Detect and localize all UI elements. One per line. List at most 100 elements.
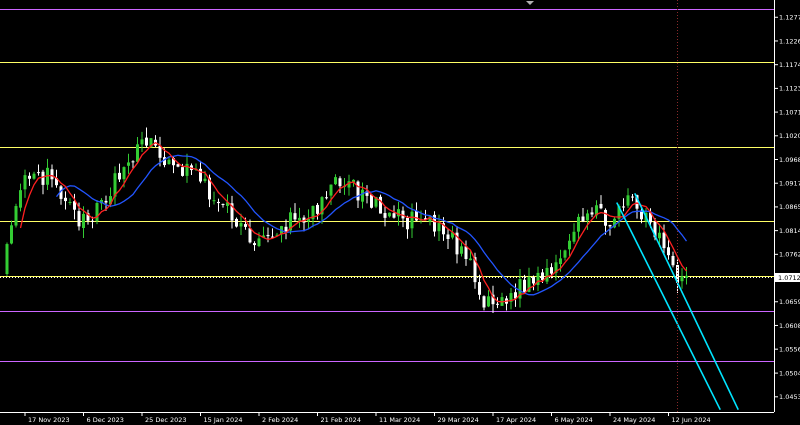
candle-body bbox=[383, 213, 387, 218]
current-price-tag: 1.07123 bbox=[775, 273, 800, 282]
candle-body bbox=[50, 169, 54, 180]
candle-body bbox=[410, 211, 414, 229]
candle-body bbox=[64, 197, 67, 202]
time-tick-label: 25 Dec 2023 bbox=[145, 416, 187, 424]
candle bbox=[14, 203, 18, 228]
candle bbox=[95, 199, 99, 225]
candle-body bbox=[338, 178, 342, 187]
candle-body bbox=[568, 240, 571, 250]
candle-body bbox=[356, 181, 360, 201]
candle-body bbox=[604, 209, 607, 226]
candle-body bbox=[626, 195, 630, 206]
candle-body bbox=[496, 303, 499, 305]
candle-body bbox=[523, 279, 526, 294]
price-tick-label: 1.06595 bbox=[779, 298, 800, 306]
price-tick-label: 1.09170 bbox=[779, 180, 800, 188]
candle-body bbox=[203, 178, 207, 181]
candle-body bbox=[244, 224, 247, 227]
time-tick-label: 6 May 2024 bbox=[555, 416, 593, 424]
candle-body bbox=[478, 282, 481, 295]
candle-body bbox=[388, 212, 391, 217]
time-tick-label: 6 Dec 2023 bbox=[87, 416, 124, 424]
price-tick-label: 1.10715 bbox=[779, 108, 800, 116]
candle-body bbox=[316, 204, 319, 214]
candle-body bbox=[446, 234, 450, 240]
price-tick-label: 1.12775 bbox=[779, 14, 800, 22]
candle-body bbox=[23, 175, 27, 190]
candle-body bbox=[437, 223, 441, 232]
candle-body bbox=[95, 203, 99, 222]
candle-body bbox=[671, 255, 675, 266]
price-tick-label: 1.04530 bbox=[779, 393, 800, 401]
candle-body bbox=[284, 226, 288, 232]
candle-body bbox=[545, 267, 549, 282]
candle-body bbox=[293, 213, 297, 220]
candle-body bbox=[77, 211, 81, 227]
candle-body bbox=[41, 171, 45, 185]
candle-body bbox=[599, 203, 603, 209]
candle-body bbox=[392, 213, 396, 218]
candle-body bbox=[14, 206, 18, 226]
candle-body bbox=[10, 225, 13, 244]
candle-body bbox=[550, 267, 553, 274]
candle-body bbox=[464, 246, 468, 259]
candle-body bbox=[181, 167, 184, 176]
candle-body bbox=[379, 196, 382, 214]
candle-body bbox=[217, 201, 220, 204]
candle-body bbox=[662, 232, 666, 249]
candle-body bbox=[127, 162, 130, 166]
candle-body bbox=[212, 200, 216, 202]
candle-body bbox=[122, 167, 126, 180]
time-tick-label: 21 Feb 2024 bbox=[321, 416, 361, 424]
candle-body bbox=[397, 209, 400, 217]
candle-body bbox=[82, 213, 85, 228]
candle-body bbox=[257, 238, 261, 247]
candle-body bbox=[266, 234, 270, 237]
candle-body bbox=[248, 228, 252, 243]
candle bbox=[235, 217, 238, 228]
time-tick-label: 15 Jan 2024 bbox=[204, 416, 243, 424]
candle-body bbox=[239, 222, 243, 227]
candle-body bbox=[469, 258, 472, 261]
price-tick-label: 1.11745 bbox=[779, 61, 800, 69]
candle-body bbox=[406, 217, 409, 230]
price-tick-label: 1.08140 bbox=[779, 227, 800, 235]
candle-body bbox=[140, 139, 144, 145]
price-tick-label: 1.10200 bbox=[779, 132, 800, 140]
candle-body bbox=[68, 201, 72, 203]
candle-body bbox=[370, 194, 373, 208]
candle-body bbox=[541, 272, 544, 281]
candle-body bbox=[221, 203, 225, 205]
candle-body bbox=[253, 243, 256, 246]
candle-body bbox=[563, 250, 567, 258]
candle-body bbox=[581, 216, 585, 222]
candle-body bbox=[586, 213, 589, 221]
candle-body bbox=[590, 212, 594, 215]
candle-body bbox=[680, 276, 684, 282]
candle-body bbox=[136, 144, 139, 162]
candle-body bbox=[298, 217, 301, 221]
time-tick-label: 29 Mar 2024 bbox=[438, 416, 479, 424]
candle-body bbox=[118, 172, 121, 180]
candle-body bbox=[559, 258, 562, 265]
candle-body bbox=[487, 296, 490, 307]
candle-body bbox=[658, 232, 661, 239]
candle-body bbox=[158, 145, 162, 158]
candle-body bbox=[32, 173, 36, 179]
candle-body bbox=[19, 190, 22, 208]
candle-body bbox=[482, 296, 486, 308]
candle-body bbox=[415, 210, 418, 221]
candle-body bbox=[667, 247, 670, 256]
candle-body bbox=[37, 172, 40, 174]
price-tick-label: 1.09685 bbox=[779, 156, 800, 164]
current-price-label: 1.07123 bbox=[778, 274, 800, 282]
candle-body bbox=[334, 177, 337, 185]
candle bbox=[379, 194, 382, 214]
candle bbox=[5, 242, 9, 276]
candle-body bbox=[622, 206, 625, 208]
candle-body bbox=[145, 137, 148, 146]
candle-body bbox=[532, 277, 535, 284]
price-chart[interactable]: 1.12775 1.12260 1.11745 1.11230 1.10715 1.102… bbox=[0, 0, 800, 425]
candle-body bbox=[235, 218, 238, 227]
candle-body bbox=[91, 220, 94, 222]
